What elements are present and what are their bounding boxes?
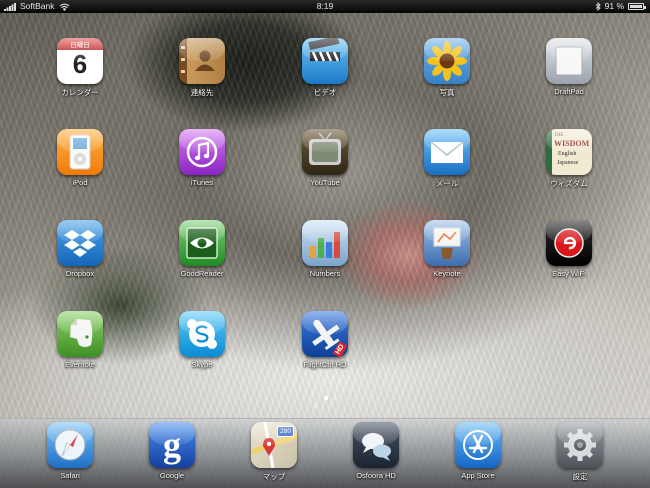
app-label: GoodReader xyxy=(180,269,224,278)
spotlight-search-icon[interactable] xyxy=(312,396,318,409)
easywifi-icon xyxy=(546,220,592,266)
bluetooth-icon xyxy=(595,2,601,11)
wisdom-text-title: WISDOM xyxy=(554,139,590,148)
airplane-icon: HD xyxy=(302,311,348,357)
app-label: Osfoora HD xyxy=(356,471,396,480)
app-label: Keynote xyxy=(433,269,461,278)
app-label: マップ xyxy=(262,472,286,481)
keynote-podium-icon xyxy=(424,220,470,266)
app-label: 写真 xyxy=(439,88,455,97)
app-label: DraftPad xyxy=(554,87,584,96)
app-video[interactable]: ビデオ xyxy=(280,38,370,102)
app-photos[interactable]: 写真 xyxy=(402,38,492,102)
wisdom-dictionary-icon: THE WISDOM English Japanese xyxy=(546,129,592,175)
maps-icon: 280 xyxy=(251,422,297,468)
dock-google[interactable]: g Google xyxy=(127,422,217,486)
evernote-elephant-icon xyxy=(57,311,103,357)
youtube-tv-icon xyxy=(302,129,348,175)
dock-appstore[interactable]: App Store xyxy=(433,422,523,486)
app-evernote[interactable]: Evernote xyxy=(35,311,125,375)
page-dot[interactable] xyxy=(333,396,338,400)
app-label: 設定 xyxy=(572,472,588,481)
calendar-day: 日曜日 xyxy=(70,42,90,49)
app-label: App Store xyxy=(461,471,495,480)
app-label: Numbers xyxy=(309,269,341,278)
contacts-icon xyxy=(179,38,225,84)
app-label: メール xyxy=(435,179,459,188)
dock-safari[interactable]: Safari xyxy=(25,422,115,486)
app-label: FlightCtrl HD xyxy=(303,360,347,369)
wisdom-text-english: English xyxy=(558,151,577,157)
app-skype[interactable]: Skype xyxy=(157,311,247,375)
app-label: カレンダー xyxy=(61,88,99,97)
settings-gear-icon xyxy=(557,422,603,468)
page-indicator[interactable] xyxy=(0,396,650,409)
app-label: Skype xyxy=(191,360,213,369)
app-label: 連絡先 xyxy=(190,88,214,97)
google-g-icon: g xyxy=(149,422,195,468)
app-easywifi[interactable]: Easy WiFi xyxy=(524,220,614,284)
app-label: Dropbox xyxy=(65,269,95,278)
app-label: iTunes xyxy=(190,178,214,187)
app-mail[interactable]: メール xyxy=(402,129,492,193)
wisdom-text-the: THE xyxy=(554,133,564,138)
app-label: Evernote xyxy=(64,360,96,369)
app-label: ビデオ xyxy=(313,88,337,97)
app-flightctrl[interactable]: HD FlightCtrl HD xyxy=(280,311,370,375)
dropbox-icon xyxy=(57,220,103,266)
numbers-chart-icon xyxy=(302,220,348,266)
calendar-date: 6 xyxy=(72,49,88,79)
battery-percent: 91 % xyxy=(604,1,624,11)
clock: 8:19 xyxy=(316,1,334,11)
itunes-note-icon xyxy=(179,129,225,175)
app-goodreader[interactable]: GoodReader xyxy=(157,220,247,284)
draftpad-icon xyxy=(546,38,592,84)
app-calendar[interactable]: 日曜日 6 カレンダー xyxy=(35,38,125,102)
app-draftpad[interactable]: DraftPad xyxy=(524,38,614,102)
app-dropbox[interactable]: Dropbox xyxy=(35,220,125,284)
appstore-icon xyxy=(455,422,501,468)
calendar-icon: 日曜日 6 xyxy=(57,38,103,84)
app-youtube[interactable]: YouTube xyxy=(280,129,370,193)
highway-shield: 280 xyxy=(277,426,294,437)
app-keynote[interactable]: Keynote xyxy=(402,220,492,284)
dock-osfoora[interactable]: Osfoora HD xyxy=(331,422,421,486)
page-dot[interactable] xyxy=(323,396,328,400)
app-label: Safari xyxy=(60,471,80,480)
dock-maps[interactable]: 280 マップ xyxy=(229,422,319,486)
mail-envelope-icon xyxy=(424,129,470,175)
video-clapper-icon xyxy=(302,38,348,84)
app-label: Google xyxy=(159,471,185,480)
osfoora-bubbles-icon xyxy=(353,422,399,468)
app-numbers[interactable]: Numbers xyxy=(280,220,370,284)
app-ipod[interactable]: iPod xyxy=(35,129,125,193)
app-label: ウィズダム xyxy=(550,179,588,188)
app-itunes[interactable]: iTunes xyxy=(157,129,247,193)
goodreader-eye-icon xyxy=(179,220,225,266)
sunflower-icon xyxy=(424,38,470,84)
skype-icon xyxy=(179,311,225,357)
app-label: YouTube xyxy=(310,178,340,187)
ipod-icon xyxy=(57,129,103,175)
google-g-letter: g xyxy=(163,425,181,465)
app-label: Easy WiFi xyxy=(552,269,586,278)
safari-compass-icon xyxy=(47,422,93,468)
status-bar: SoftBank 8:19 91 % xyxy=(0,0,650,13)
wisdom-text-japanese: Japanese xyxy=(557,160,579,166)
app-contacts[interactable]: 連絡先 xyxy=(157,38,247,102)
battery-icon xyxy=(628,3,646,10)
dock-settings[interactable]: 設定 xyxy=(535,422,625,486)
app-wisdom[interactable]: THE WISDOM English Japanese ウィズダム xyxy=(524,129,614,193)
app-label: iPod xyxy=(72,178,88,187)
